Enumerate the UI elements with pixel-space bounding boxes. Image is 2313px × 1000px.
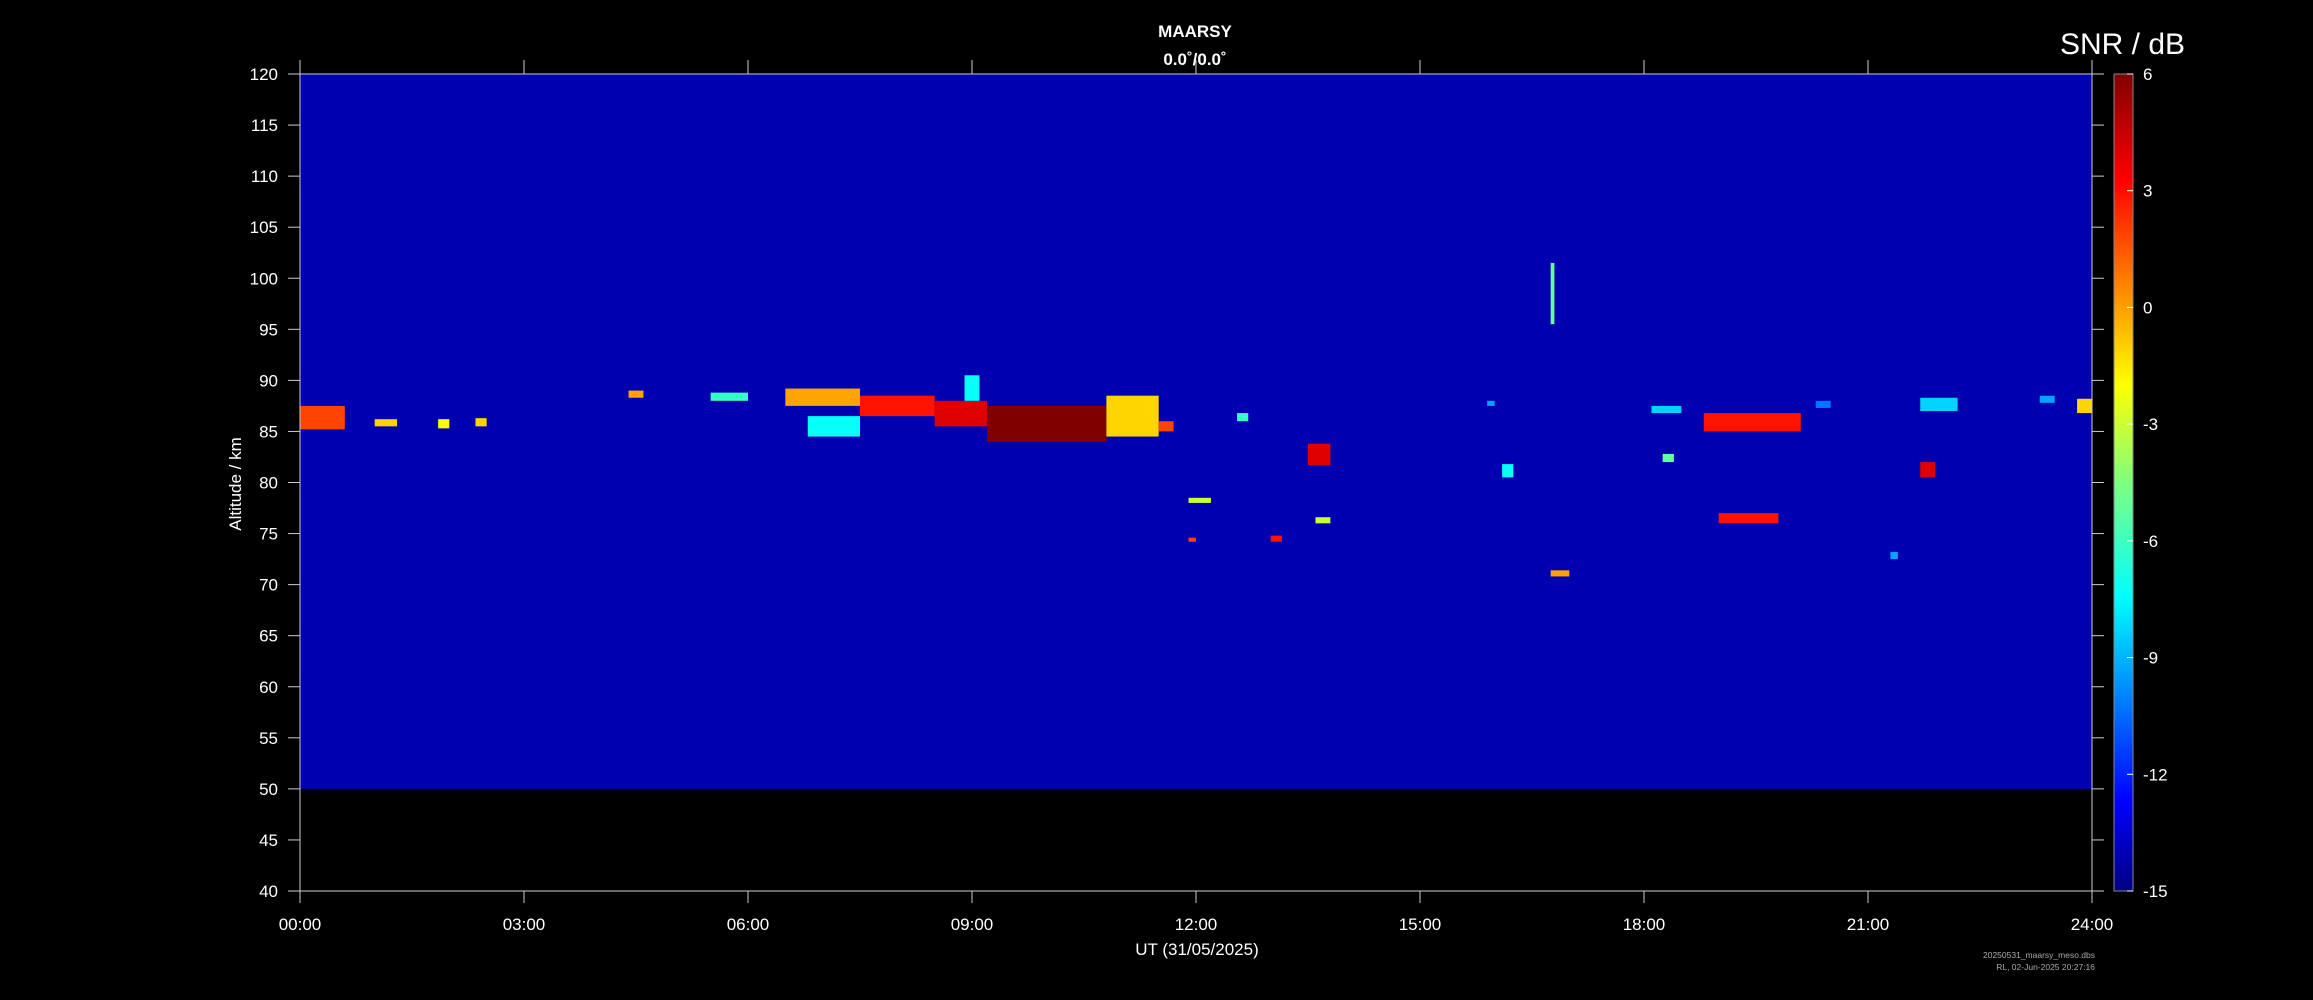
echo-mark	[1550, 262, 1555, 325]
y-tick-label: 115	[251, 116, 278, 135]
chart-figure: 00:00 03:00 06:00 09:00 12:00 15:00 18:00 21:00…	[226, 60, 2168, 959]
x-tick-label: 15:00	[1399, 915, 1442, 934]
y-tick-label: 105	[250, 218, 278, 237]
footer-filename: 20250531_maarsy_meso.dbs	[1983, 950, 2095, 960]
y-tick-label: 45	[259, 831, 278, 850]
plot-area	[300, 74, 2092, 789]
y-tick-label: 55	[259, 729, 278, 748]
colorbar-tick-label: 6	[2143, 65, 2152, 84]
y-tick-label: 60	[259, 678, 278, 697]
echo-mark	[1237, 413, 1249, 422]
echo-mark	[1315, 517, 1331, 524]
x-tick-label: 24:00	[2071, 915, 2114, 934]
echo-mark	[374, 419, 398, 427]
echo-mark	[1920, 462, 1936, 478]
y-tick-label: 75	[259, 525, 278, 544]
colorbar-tick-label: -9	[2143, 649, 2158, 668]
x-tick-label: 09:00	[951, 915, 994, 934]
echo-mark	[934, 400, 987, 427]
echo-mark	[300, 405, 345, 430]
colorbar-tick-label: -6	[2143, 532, 2158, 551]
y-tick-label: 95	[259, 320, 278, 339]
colorbar-tick-label: -15	[2143, 882, 2168, 901]
echo-mark	[807, 416, 860, 437]
y-tick-label: 110	[251, 167, 278, 186]
echo-mark	[1270, 535, 1282, 542]
echo-mark	[475, 418, 487, 427]
x-tick-label: 00:00	[279, 915, 322, 934]
colorbar-tick-label: 0	[2143, 298, 2152, 317]
echo-mark	[964, 375, 980, 401]
y-tick-label: 120	[250, 65, 278, 84]
y-tick-label: 100	[250, 269, 278, 288]
y-tick-label: 50	[259, 780, 278, 799]
y-axis-label: Altitude / km	[226, 437, 245, 531]
x-tick-label: 18:00	[1623, 915, 1666, 934]
echo-mark	[2077, 398, 2092, 414]
echo-mark	[1188, 537, 1196, 542]
echo-mark	[1502, 464, 1514, 478]
echo-mark	[785, 388, 860, 406]
y-tick-label: 70	[259, 576, 278, 595]
colorbar-tick-label: -3	[2143, 415, 2158, 434]
echo-mark	[1158, 421, 1174, 432]
colorbar-tick-label: 3	[2143, 182, 2152, 201]
echo-mark	[628, 390, 644, 398]
x-tick-label: 03:00	[503, 915, 546, 934]
echo-mark	[1662, 453, 1674, 463]
y-tick-label: 90	[259, 371, 278, 390]
echo-mark	[710, 392, 748, 401]
footer-timestamp: RL, 02-Jun-2025 20:27:16	[1996, 962, 2095, 972]
colorbar: 6 3 0 -3 -6 -9 -12 -15	[2113, 65, 2168, 901]
echo-mark	[1920, 397, 1958, 412]
x-tick-label: 06:00	[727, 915, 770, 934]
echo-mark	[1550, 570, 1570, 577]
colorbar-tick-label: -12	[2143, 765, 2168, 784]
colorbar-scale	[2113, 73, 2134, 892]
echo-mark	[1106, 395, 1159, 437]
echo-mark	[860, 395, 935, 417]
y-tick-label: 80	[259, 474, 278, 493]
echo-mark	[1188, 497, 1211, 503]
echo-mark	[438, 419, 450, 429]
y-tick-label: 65	[259, 627, 278, 646]
data-field	[300, 74, 2092, 789]
echo-mark	[1651, 405, 1682, 414]
echo-mark	[1308, 443, 1331, 466]
x-tick-label: 21:00	[1847, 915, 1890, 934]
echo-mark	[986, 405, 1107, 442]
echo-mark	[2039, 395, 2055, 403]
echo-mark	[1487, 400, 1495, 406]
x-axis-label: UT (31/05/2025)	[1135, 940, 1258, 959]
echo-mark	[1703, 413, 1801, 432]
echo-mark	[1890, 551, 1898, 560]
y-tick-label: 85	[259, 422, 278, 441]
echo-mark	[1718, 513, 1779, 524]
y-tick-label: 40	[259, 882, 278, 901]
x-tick-label: 12:00	[1175, 915, 1218, 934]
echo-mark	[1815, 400, 1831, 408]
